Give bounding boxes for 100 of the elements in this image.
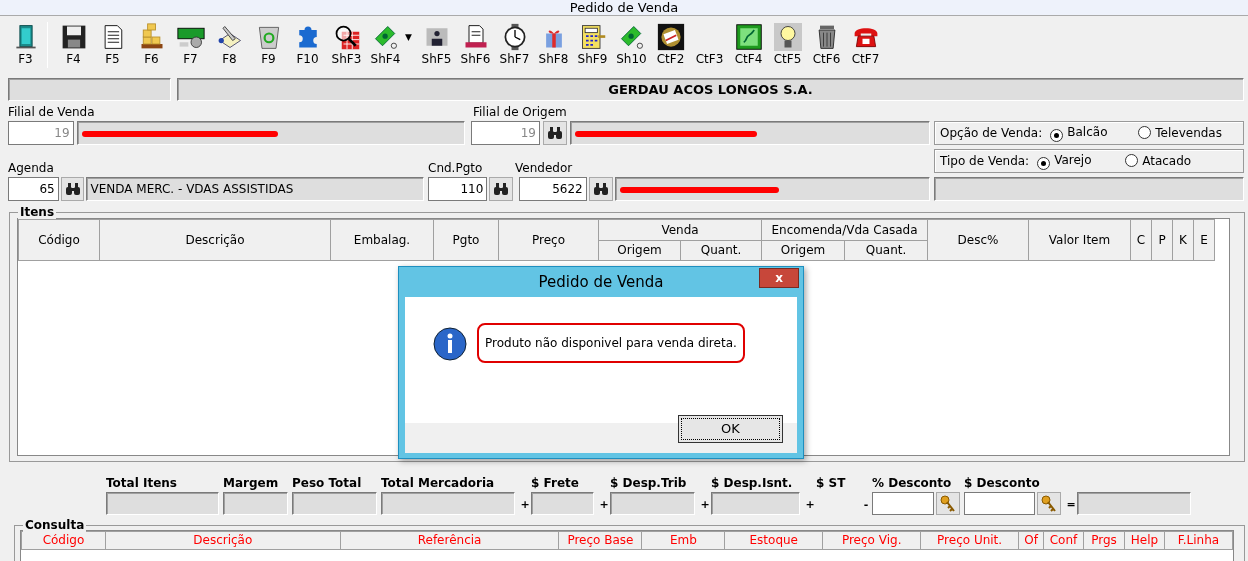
field-label: Agenda xyxy=(8,161,55,175)
column-header: Preço xyxy=(498,219,599,261)
radio-group-label: Opção de Venda: xyxy=(940,125,1043,141)
column-header: E xyxy=(1193,219,1215,261)
window-title: Pedido de Venda xyxy=(569,0,679,15)
toolbar-button[interactable]: F7 xyxy=(171,22,210,67)
column-header: Pgto xyxy=(433,219,499,261)
column-header: K xyxy=(1172,219,1194,261)
key-button[interactable] xyxy=(1037,492,1061,515)
close-button[interactable]: x xyxy=(759,268,799,288)
key-button[interactable] xyxy=(936,492,960,515)
dialog-message: Produto não disponivel para venda direta. xyxy=(477,323,745,364)
toolbar-button[interactable]: ShF9 xyxy=(573,22,612,67)
toolbar-button[interactable]: CtF2 xyxy=(651,22,690,67)
radio-option[interactable]: Varejo xyxy=(1037,152,1112,170)
operator-sign: + xyxy=(519,497,531,511)
toolbar-button[interactable]: CtF5 xyxy=(768,22,807,67)
column-header: Descrição xyxy=(99,219,331,261)
framed-chart-icon xyxy=(734,22,763,52)
column-header: Valor Item xyxy=(1028,219,1131,261)
radio-option[interactable]: Balcão xyxy=(1050,124,1125,142)
toolbar-button[interactable]: ShF4 xyxy=(366,22,405,67)
input-field[interactable] xyxy=(872,492,934,515)
column-header: Of xyxy=(1018,531,1044,550)
company-name-field: GERDAU ACOS LONGOS S.A. xyxy=(177,78,1244,101)
column-header: Descrição xyxy=(105,531,341,550)
toolbar-button[interactable]: F10 xyxy=(288,22,327,67)
code-field[interactable]: 110 xyxy=(427,177,488,201)
input-field[interactable] xyxy=(964,492,1035,515)
toolbar-button[interactable]: CtF4 xyxy=(729,22,768,67)
readonly-field xyxy=(223,492,288,515)
group-title: Itens xyxy=(18,205,57,219)
toolbar-button[interactable]: F9 xyxy=(249,22,288,67)
operator-sign: + xyxy=(804,497,816,511)
column-header: Encomenda/Vda Casada xyxy=(761,219,928,240)
toolbar-button[interactable]: ShF3 xyxy=(327,22,366,67)
column-header: P xyxy=(1151,219,1173,261)
toolbar-button[interactable]: CtF7 xyxy=(846,22,885,67)
info-icon xyxy=(433,327,467,361)
toolbar-button[interactable]: CtF3 xyxy=(690,22,729,67)
operator-sign: + xyxy=(699,497,711,511)
column-header: C xyxy=(1130,219,1152,261)
total-label: Total Mercadoria xyxy=(381,476,496,492)
total-label: Margem xyxy=(223,476,280,492)
toolbar-button[interactable]: F5 xyxy=(93,22,132,67)
binoculars-icon xyxy=(546,126,563,140)
column-header: Código xyxy=(21,531,106,550)
binoculars-icon xyxy=(493,182,510,196)
column-header: Help xyxy=(1124,531,1165,550)
total-label: Total Itens xyxy=(106,476,178,492)
operator-sign: = xyxy=(1065,497,1077,511)
toolbar-button[interactable]: Sh10 xyxy=(612,22,651,67)
total-label: $ ST xyxy=(816,476,847,492)
dropdown-arrow[interactable]: ▼ xyxy=(405,22,417,43)
search-button[interactable] xyxy=(588,177,613,201)
toolbar-button[interactable]: F3 xyxy=(6,22,45,67)
toolbar-button[interactable]: ShF7 xyxy=(495,22,534,67)
total-label: $ Frete xyxy=(531,476,580,492)
field-label: Filial de Origem xyxy=(473,105,567,119)
field-label: Filial de Venda xyxy=(8,105,96,119)
column-header: F.Linha xyxy=(1164,531,1233,550)
column-header: Preço Unit. xyxy=(920,531,1019,550)
dialog-title: Pedido de Venda xyxy=(538,273,664,291)
code-field[interactable]: 5622 xyxy=(519,177,587,201)
total-label: $ Desconto xyxy=(964,476,1041,492)
total-label: $ Desp.Isnt. xyxy=(711,476,794,492)
readonly-field xyxy=(531,492,594,515)
column-header: Prgs xyxy=(1083,531,1125,550)
binoculars-icon xyxy=(592,182,609,196)
code-field[interactable]: 65 xyxy=(8,177,59,201)
column-header: Emb xyxy=(641,531,725,550)
toolbar-button[interactable]: CtF6 xyxy=(807,22,846,67)
light-bulb-icon xyxy=(773,22,802,52)
search-button[interactable] xyxy=(543,121,567,145)
search-button[interactable] xyxy=(60,177,85,201)
toolbar-button[interactable]: F6 xyxy=(132,22,171,67)
total-label: Peso Total xyxy=(292,476,363,492)
operator-sign: + xyxy=(598,497,610,511)
total-label: % Desconto xyxy=(872,476,953,492)
toolbar-button[interactable]: F4 xyxy=(54,22,93,67)
toolbar-button[interactable]: F8 xyxy=(210,22,249,67)
toolbar-button[interactable]: ShF5 xyxy=(417,22,456,67)
name-field: VENDA MERC. - VDAS ASSISTIDAS xyxy=(86,177,424,201)
binoculars-icon xyxy=(64,182,81,196)
toolbar-button[interactable]: ShF8 xyxy=(534,22,573,67)
field-label: Cnd.Pgto xyxy=(428,161,484,175)
field-label: Vendedor xyxy=(515,161,573,175)
ok-button[interactable]: OK xyxy=(678,415,783,443)
search-button[interactable] xyxy=(489,177,514,201)
column-header: Preço Vig. xyxy=(822,531,921,550)
column-header: Estoque xyxy=(724,531,823,550)
radio-option[interactable]: Televendas xyxy=(1138,125,1222,141)
operator-sign: - xyxy=(862,497,870,511)
column-header: Embalag. xyxy=(330,219,434,261)
radio-group-label: Tipo de Venda: xyxy=(940,153,1030,169)
framed-picture-icon xyxy=(656,22,685,52)
toolbar-button[interactable]: ShF6 xyxy=(456,22,495,67)
column-header: Venda xyxy=(598,219,762,240)
radio-option[interactable]: Atacado xyxy=(1125,153,1192,169)
column-header: Código xyxy=(18,219,100,261)
